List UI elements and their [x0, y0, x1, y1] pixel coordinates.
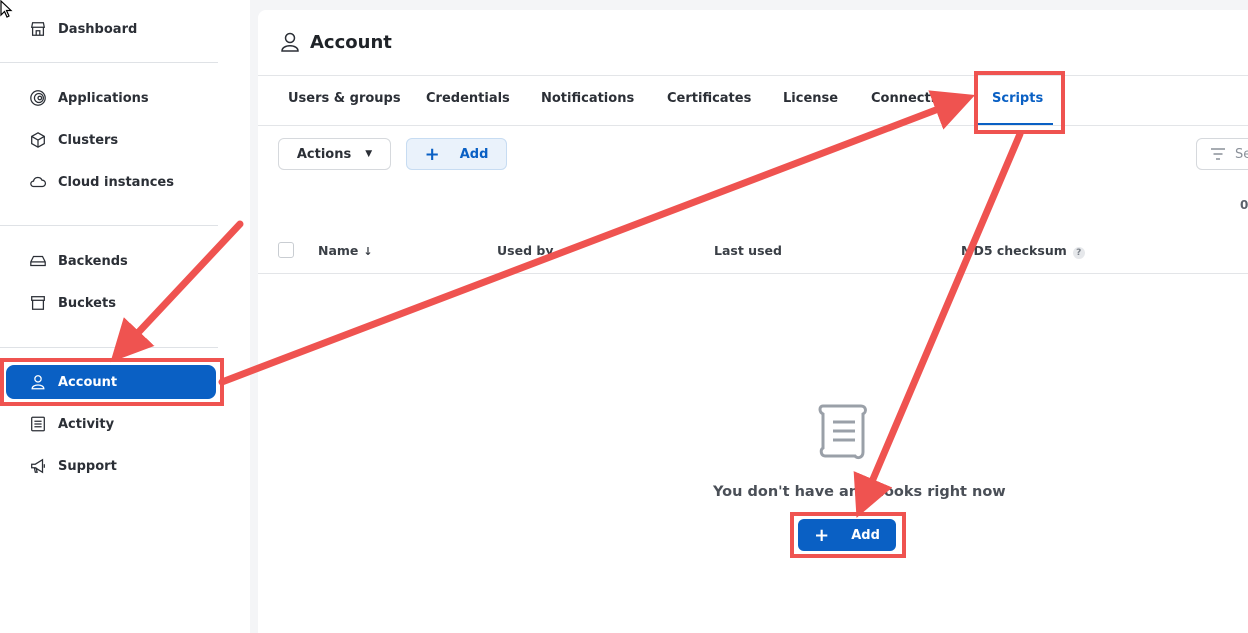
cloud-icon [28, 172, 48, 192]
column-header-name[interactable]: Name ↓ [318, 243, 373, 258]
scroll-icon [818, 404, 867, 460]
sidebar-item-label: Backends [58, 253, 128, 269]
column-header-used-by[interactable]: Used by [497, 243, 553, 258]
page-title-text: Account [310, 31, 392, 53]
filter-search-input[interactable]: Se [1196, 138, 1248, 170]
sidebar-item-label: Support [58, 458, 117, 474]
sort-down-icon: ↓ [363, 245, 373, 258]
tabs-divider [258, 75, 1248, 76]
select-all-checkbox[interactable] [278, 242, 294, 258]
page-title: Account [278, 30, 392, 54]
caret-down-icon: ▼ [365, 149, 373, 159]
tab-notifications[interactable]: Notifications [541, 91, 634, 106]
plus-icon: + [814, 524, 830, 546]
add-label: Add [851, 527, 880, 543]
sidebar-item-account[interactable]: Account [6, 365, 216, 399]
add-label: Add [459, 146, 489, 162]
filter-placeholder: Se [1235, 146, 1248, 162]
cube-icon [28, 130, 48, 150]
sidebar-item-label: Cloud instances [58, 174, 174, 190]
main-panel: Account Users & groups Credentials Notif… [258, 10, 1248, 633]
user-icon [278, 30, 302, 54]
result-count: 0 [1240, 198, 1248, 212]
column-header-last-used[interactable]: Last used [714, 243, 782, 258]
list-doc-icon [28, 414, 48, 434]
sidebar-item-label: Account [58, 374, 118, 390]
storefront-icon [28, 19, 48, 39]
sidebar-item-label: Applications [58, 90, 149, 106]
bucket-box-icon [28, 293, 48, 313]
target-rings-icon [28, 88, 48, 108]
column-label: MD5 checksum [961, 243, 1067, 258]
tab-certificates[interactable]: Certificates [667, 91, 751, 106]
sidebar-item-buckets[interactable]: Buckets [6, 286, 216, 320]
sidebar-item-clusters[interactable]: Clusters [6, 123, 216, 157]
user-icon [28, 372, 48, 392]
megaphone-icon [28, 456, 48, 476]
tab-credentials[interactable]: Credentials [426, 91, 510, 106]
empty-state-message: You don't have any hooks right now [713, 484, 1006, 500]
sidebar: Dashboard Applications Clusters Cloud in… [0, 0, 250, 633]
column-header-md5[interactable]: MD5 checksum? [961, 243, 1085, 259]
add-button[interactable]: + Add [406, 138, 507, 170]
tab-users-groups[interactable]: Users & groups [288, 91, 401, 106]
help-icon[interactable]: ? [1072, 247, 1085, 259]
actions-label: Actions [296, 146, 352, 162]
drive-icon [28, 251, 48, 271]
sidebar-divider [0, 62, 218, 63]
sidebar-item-label: Buckets [58, 295, 116, 311]
sidebar-item-cloud-instances[interactable]: Cloud instances [6, 165, 216, 199]
sidebar-item-applications[interactable]: Applications [6, 81, 216, 115]
sidebar-item-label: Dashboard [58, 21, 138, 37]
sidebar-item-dashboard[interactable]: Dashboard [6, 12, 216, 46]
column-label: Name [318, 243, 359, 258]
tab-connections[interactable]: Connections [871, 91, 961, 106]
mouse-cursor-icon [0, 0, 13, 18]
plus-icon: + [424, 143, 440, 165]
table-header: Name ↓ Used by Last used MD5 checksum? [258, 230, 1248, 274]
sidebar-divider [0, 225, 218, 226]
sidebar-item-activity[interactable]: Activity [6, 407, 216, 441]
actions-dropdown[interactable]: Actions ▼ [278, 138, 391, 170]
tabs-divider [258, 125, 1248, 126]
sidebar-item-label: Clusters [58, 132, 119, 148]
sidebar-item-support[interactable]: Support [6, 449, 216, 483]
sidebar-divider [0, 347, 218, 348]
sidebar-item-label: Activity [58, 416, 115, 432]
empty-state-add-button[interactable]: + Add [798, 519, 896, 551]
tab-scripts[interactable]: Scripts [992, 91, 1043, 106]
tab-license[interactable]: License [783, 91, 838, 106]
filter-icon [1211, 148, 1225, 160]
sidebar-item-backends[interactable]: Backends [6, 244, 216, 278]
